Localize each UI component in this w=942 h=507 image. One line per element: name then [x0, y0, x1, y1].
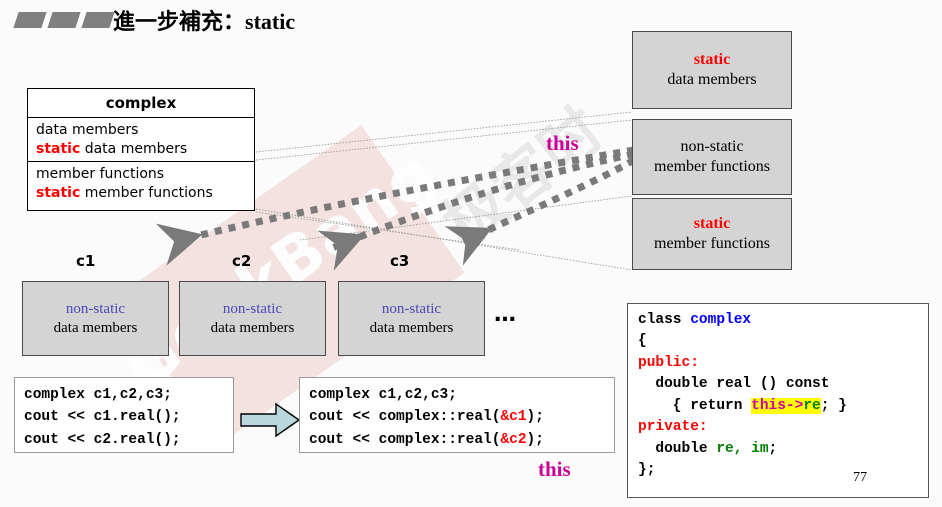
code-class-name: complex: [690, 312, 752, 328]
code-block-after: complex c1,c2,c3; cout << complex::real(…: [299, 377, 615, 453]
c1-data-members-label: data members: [53, 319, 138, 336]
data-members-line: data members: [36, 121, 246, 140]
nonstatic-label: non-static: [680, 138, 744, 155]
c2-data-members-label: data members: [210, 319, 295, 336]
code-block-class-definition: class complex { public: double real () c…: [627, 303, 929, 498]
page-number: 77: [853, 470, 867, 485]
c3-data-members-label: data members: [369, 319, 454, 336]
code-before-line1: complex c1,c2,c3;: [24, 387, 172, 403]
static-member-functions-box: static member functions: [632, 198, 792, 270]
complex-class-name: complex: [28, 89, 254, 118]
nonstatic-member-functions-box: non-static member functions: [632, 119, 792, 195]
static-keyword-2: static: [36, 184, 81, 201]
complex-member-functions-section: member functions static member functions: [28, 162, 254, 205]
code-after-line2a: cout << complex::real(: [309, 409, 501, 426]
code-class-vars: re, im: [716, 440, 769, 457]
instance-label-c3: c3: [390, 252, 410, 270]
instance-box-c2: non-static data members: [179, 281, 326, 356]
slide-canvas: 极客时 GeekBang 進一步補充：static complex data m…: [0, 0, 942, 506]
code-after-line3b: );: [526, 431, 544, 448]
code-before-line2: cout << c1.real();: [24, 409, 181, 426]
code-after-ref-c2: &c2: [500, 431, 527, 448]
complex-data-members-section: data members static data members: [28, 118, 254, 162]
code-after-line3a: cout << complex::real(: [309, 431, 501, 448]
code-class-l7a: double: [638, 440, 717, 457]
code-class-l7b: ;: [768, 440, 778, 457]
instance-box-c3: non-static data members: [338, 281, 485, 356]
slide-title-bar: 進一步補充：static: [0, 0, 942, 46]
this-annotation-bottom: this: [538, 457, 571, 481]
code-class-this-expr: this->: [751, 397, 804, 414]
code-before-line3: cout << c2.real();: [24, 431, 181, 448]
code-class-public: public:: [638, 354, 699, 371]
code-class-l2: {: [638, 333, 647, 350]
instance-label-c1: c1: [76, 252, 96, 270]
instance-box-c1: non-static data members: [22, 281, 169, 356]
c1-nonstatic-label: non-static: [65, 300, 126, 317]
data-members-text: data members: [36, 122, 139, 138]
page-title-cn: 進一步補充：: [113, 10, 246, 35]
static-member-functions-text: member functions: [80, 184, 213, 201]
nonstatic-member-functions-label: member functions: [654, 158, 770, 175]
code-class-l5b: ; }: [820, 397, 847, 414]
code-block-before: complex c1,c2,c3; cout << c1.real(); cou…: [14, 377, 234, 453]
code-class-private: private:: [638, 419, 708, 436]
static-label: static: [693, 51, 731, 68]
instance-label-c2: c2: [232, 252, 252, 270]
member-functions-line: member functions: [36, 165, 246, 184]
code-class-l8: };: [638, 462, 656, 479]
c3-nonstatic-label: non-static: [381, 300, 442, 317]
member-functions-text: member functions: [36, 165, 165, 182]
static-label-2: static: [693, 215, 731, 232]
complex-class-box: complex data members static data members…: [27, 88, 255, 211]
code-class-kw: class: [638, 312, 691, 328]
static-member-functions-label: member functions: [654, 235, 770, 252]
static-member-functions-line: static member functions: [36, 184, 246, 203]
instances-ellipsis: …: [494, 302, 518, 327]
page-title-keyword: static: [245, 9, 296, 34]
page-title: 進一步補充：static: [113, 4, 295, 36]
static-data-members-label: data members: [667, 71, 757, 88]
code-class-re-member: re: [803, 397, 821, 414]
code-after-ref-c1: &c1: [500, 409, 527, 426]
code-class-l4: double real () const: [638, 376, 830, 393]
title-marker-square-3: [81, 12, 115, 28]
static-data-members-box: static data members: [632, 31, 792, 109]
static-data-members-text: data members: [80, 140, 188, 157]
code-class-l5a: { return: [638, 397, 752, 414]
static-data-members-line: static data members: [36, 140, 246, 159]
this-annotation-top: this: [546, 131, 579, 155]
title-marker-square-1: [13, 12, 47, 28]
title-marker-square-2: [47, 12, 81, 28]
code-after-line1: complex c1,c2,c3;: [309, 387, 457, 403]
static-keyword: static: [36, 140, 81, 157]
c2-nonstatic-label: non-static: [222, 300, 283, 317]
code-after-line2b: );: [526, 409, 544, 426]
transform-arrow-icon: [240, 402, 301, 438]
